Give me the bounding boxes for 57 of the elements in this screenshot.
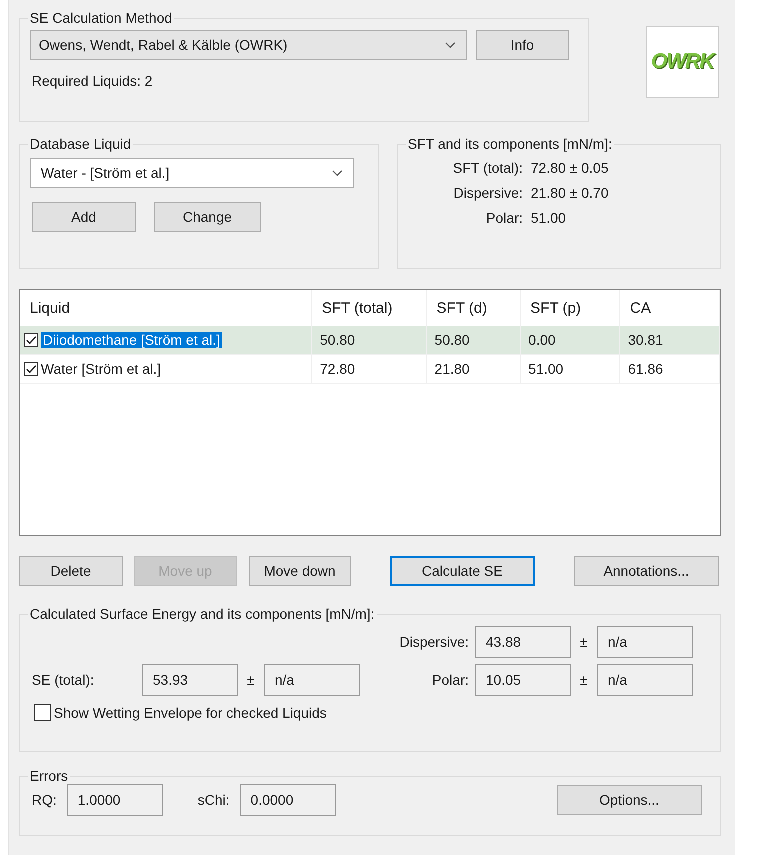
table-cell: Diiodomethane [Ström et al.] xyxy=(41,332,222,348)
method-dropdown[interactable]: Owens, Wendt, Rabel & Kälble (OWRK) xyxy=(30,30,467,60)
checkbox[interactable] xyxy=(24,333,38,347)
checkbox[interactable] xyxy=(24,362,38,376)
field-value: 72.80 ± 0.05 xyxy=(531,160,610,176)
group-title: SE Calculation Method xyxy=(29,10,174,26)
group-title: Errors xyxy=(29,768,70,784)
field-label: SE (total): xyxy=(32,672,96,688)
table-cell: 21.80 xyxy=(434,361,470,377)
error-field: n/a xyxy=(597,664,693,696)
value-field: 10.05 xyxy=(475,664,571,696)
value-field: 53.93 xyxy=(142,664,238,696)
field-label: sChi: xyxy=(198,792,230,808)
method-logo: OWRK xyxy=(646,26,719,98)
table-row[interactable]: Diiodomethane [Ström et al.] 50.80 50.80 0.00 30.81 xyxy=(20,326,720,355)
action-button[interactable]: Delete xyxy=(19,556,123,586)
plus-minus-sign: ± xyxy=(579,672,589,688)
field-label: SFT (total): xyxy=(452,160,523,176)
table-cell: 51.00 xyxy=(528,361,564,377)
action-button[interactable]: Move down xyxy=(249,556,351,586)
field-label: Polar: xyxy=(485,210,523,226)
table-cell: Water [Ström et al.] xyxy=(41,361,162,377)
table-row[interactable]: Water [Ström et al.] 72.80 21.80 51.00 61.86 xyxy=(20,355,720,384)
group-title: Calculated Surface Energy and its components [mN/m]: xyxy=(29,606,376,622)
liquid-action-button[interactable]: Change xyxy=(154,202,261,232)
info-button[interactable]: Info xyxy=(476,30,569,60)
error-field: n/a xyxy=(597,626,693,658)
field-label: Dispersive: xyxy=(398,634,469,650)
checkbox[interactable] xyxy=(34,704,51,721)
checkbox-label[interactable]: Show Wetting Envelope for checked Liquids xyxy=(54,704,327,720)
field-label: Dispersive: xyxy=(452,185,523,201)
error-field: n/a xyxy=(264,664,360,696)
field-label: Polar: xyxy=(431,672,469,688)
field-label: RQ: xyxy=(32,792,57,808)
liquid-action-button[interactable]: Add xyxy=(32,202,136,232)
options-button[interactable]: Options... xyxy=(557,785,702,815)
value-field: 1.0000 xyxy=(66,784,163,816)
table-cell: 30.81 xyxy=(628,332,664,348)
value-field: 0.0000 xyxy=(240,784,336,816)
action-button[interactable]: Annotations... xyxy=(574,556,719,586)
table-cell: 61.86 xyxy=(628,361,664,377)
table-cell: 50.80 xyxy=(434,332,470,348)
liquid-dropdown[interactable]: Water - [Ström et al.] xyxy=(30,158,354,188)
table-cell: 50.80 xyxy=(320,332,356,348)
group-title: Database Liquid xyxy=(29,136,132,152)
group-title: SFT and its components [mN/m]: xyxy=(407,136,614,152)
caret-icon xyxy=(332,170,343,176)
value-field: 43.88 xyxy=(475,626,571,658)
required-liquids-text: Required Liquids: 2 xyxy=(32,73,154,89)
table-cell: 72.80 xyxy=(320,361,356,377)
caret-icon xyxy=(445,42,456,48)
field-value: 21.80 ± 0.70 xyxy=(531,185,610,201)
field-value: 51.00 xyxy=(531,210,568,226)
plus-minus-sign: ± xyxy=(579,634,589,650)
action-button[interactable]: Calculate SE xyxy=(390,556,535,586)
plus-minus-sign: ± xyxy=(246,672,256,688)
table-cell: 0.00 xyxy=(528,332,556,348)
